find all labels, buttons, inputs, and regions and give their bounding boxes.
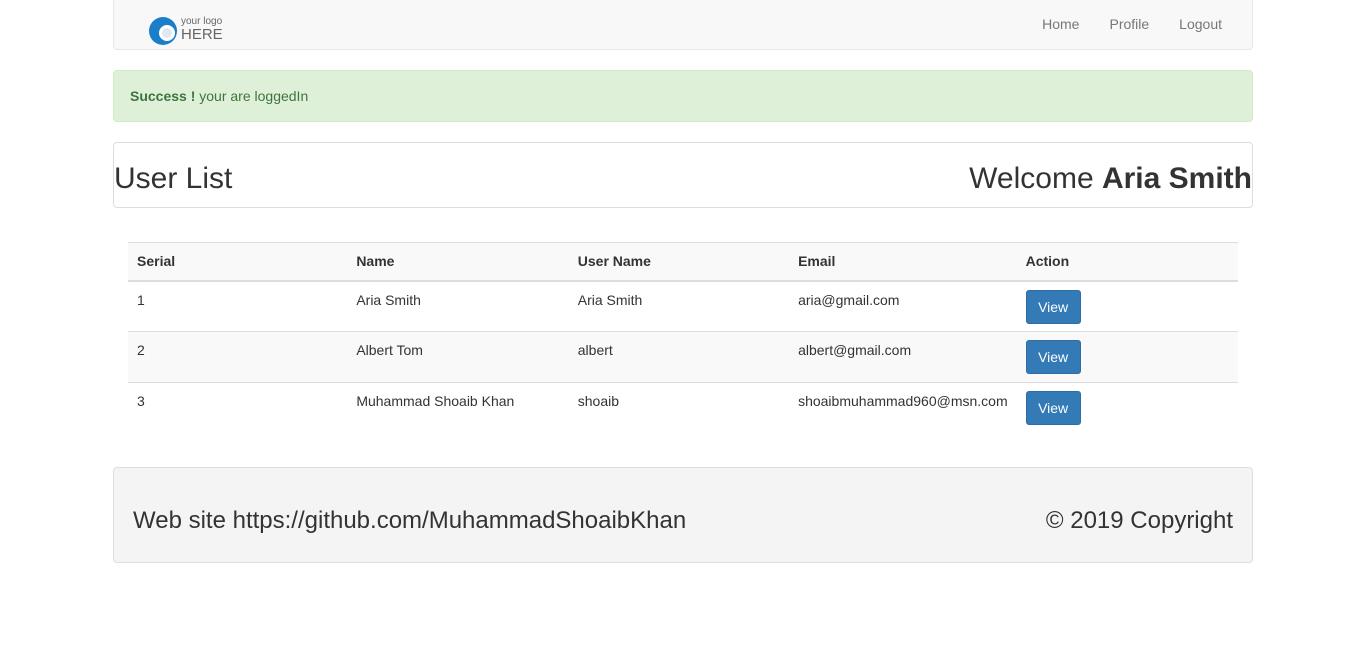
footer: Web site https://github.com/MuhammadShoa…	[113, 467, 1253, 563]
table-row: 3 Muhammad Shoaib Khan shoaib shoaibmuha…	[128, 382, 1238, 434]
logo-icon	[149, 17, 177, 45]
table-row: 1 Aria Smith Aria Smith aria@gmail.com V…	[128, 281, 1238, 332]
view-button[interactable]: View	[1025, 391, 1081, 425]
column-header-name: Name	[347, 242, 569, 282]
column-header-username: User Name	[568, 242, 790, 282]
footer-website-text: Web site https://github.com/MuhammadShoa…	[133, 507, 687, 534]
cell-username: albert	[568, 331, 790, 383]
nav-home-link[interactable]: Home	[1042, 0, 1079, 49]
cell-username: Aria Smith	[577, 291, 643, 308]
table-row: 2 Albert Tom albert albert@gmail.com Vie…	[128, 331, 1238, 383]
success-alert: Success ! your are loggedIn	[113, 70, 1253, 122]
cell-username: shoaib	[568, 382, 790, 434]
cell-action: View	[1016, 382, 1238, 434]
column-header-email: Email	[789, 242, 1017, 282]
cell-serial: 3	[128, 382, 348, 434]
welcome-prefix: Welcome	[969, 162, 1102, 195]
cell-email: aria@gmail.com	[798, 291, 900, 308]
column-header-action: Action	[1016, 242, 1238, 282]
cell-action: View	[1017, 281, 1238, 332]
welcome-user-name: Aria Smith	[1101, 162, 1252, 195]
welcome-text: Welcome Aria Smith	[969, 143, 1252, 215]
table-header-row: Serial Name User Name Email Action	[128, 242, 1238, 282]
alert-message: your are loggedIn	[195, 88, 309, 104]
cell-name: Aria Smith	[356, 291, 421, 308]
cell-serial: 1	[137, 291, 145, 308]
nav-profile-link[interactable]: Profile	[1109, 0, 1149, 49]
cell-serial: 2	[128, 331, 348, 383]
cell-action: View	[1016, 331, 1238, 383]
page-title: User List	[114, 162, 233, 195]
cell-name: Albert Tom	[347, 331, 569, 383]
nav-logout-link[interactable]: Logout	[1179, 0, 1222, 49]
cell-name: Muhammad Shoaib Khan	[347, 382, 569, 434]
cell-email: albert@gmail.com	[789, 331, 1017, 383]
logo[interactable]: your logo HERE	[148, 14, 238, 46]
user-table: Serial Name User Name Email Action 1 Ari…	[128, 242, 1238, 434]
view-button[interactable]: View	[1025, 289, 1081, 324]
logo-big-text: HERE	[181, 26, 223, 43]
page-heading-panel: User List Welcome Aria Smith	[113, 142, 1253, 208]
view-button[interactable]: View	[1025, 340, 1081, 374]
footer-copyright: © 2019 Copyright	[1045, 507, 1233, 534]
alert-strong-text: Success !	[130, 88, 196, 104]
nav-links: Home Profile Logout	[1012, 0, 1222, 49]
column-header-serial: Serial	[128, 242, 348, 282]
navbar: your logo HERE Home Profile Logout	[113, 0, 1253, 50]
cell-email: shoaibmuhammad960@msn.com	[789, 382, 1017, 434]
